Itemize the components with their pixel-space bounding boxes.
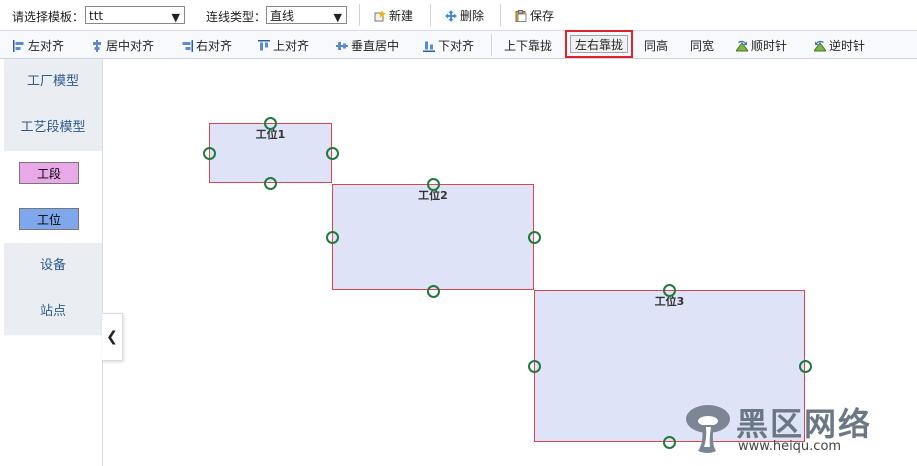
same-height-button[interactable]: 同高 xyxy=(644,37,668,53)
align-bottom-icon xyxy=(423,41,435,52)
anchor-bottom[interactable] xyxy=(427,285,440,298)
rotate-counterclockwise-label: 逆时针 xyxy=(829,39,866,53)
sidebar-item-equipment[interactable]: 设备 xyxy=(4,243,102,290)
rotate-clockwise-button[interactable]: 顺时针 xyxy=(736,37,787,53)
separator xyxy=(430,4,431,26)
separator xyxy=(500,4,501,26)
align-left-icon xyxy=(13,40,24,52)
same-width-button[interactable]: 同宽 xyxy=(690,37,714,53)
anchor-top[interactable] xyxy=(427,178,440,191)
new-button[interactable]: 新建 xyxy=(374,7,413,25)
align-left-button[interactable]: 左对齐 xyxy=(13,37,64,53)
align-center-label: 居中对齐 xyxy=(106,39,155,53)
rotate-clockwise-label: 顺时针 xyxy=(751,39,788,53)
align-right-button[interactable]: 右对齐 xyxy=(181,37,232,53)
delete-button-label: 删除 xyxy=(460,9,485,23)
station-shape-label: 工位 xyxy=(36,213,61,227)
rotate-cw-icon xyxy=(736,40,748,52)
sidebar-item-label: 工厂模型 xyxy=(26,74,79,89)
chevron-down-icon: ▼ xyxy=(333,11,342,24)
top-toolbar: 请选择模板： ttt ▼ 连线类型： 直线 ▼ 新建 删除 保存 xyxy=(0,0,917,31)
line-type-select[interactable]: 直线 ▼ xyxy=(266,6,347,24)
chevron-down-icon: ▼ xyxy=(171,11,180,24)
move-icon xyxy=(445,10,457,22)
save-button[interactable]: 保存 xyxy=(515,7,554,25)
align-right-label: 右对齐 xyxy=(196,39,233,53)
sidebar-palette-segment: 工段 xyxy=(4,151,102,198)
horizontal-compact-label: 左右靠拢 xyxy=(574,38,623,52)
station-node-1[interactable]: 工位1 xyxy=(209,123,332,183)
align-bottom-button[interactable]: 下对齐 xyxy=(423,37,474,53)
align-left-label: 左对齐 xyxy=(28,39,65,53)
anchor-left[interactable] xyxy=(528,360,541,373)
save-button-label: 保存 xyxy=(530,9,555,23)
sidebar-palette-station: 工位 xyxy=(4,197,102,244)
sidebar-item-label: 设备 xyxy=(39,258,66,273)
align-top-label: 上对齐 xyxy=(273,39,310,53)
anchor-left[interactable] xyxy=(326,231,339,244)
anchor-right[interactable] xyxy=(799,360,812,373)
line-type-label: 连线类型： xyxy=(206,10,267,24)
anchor-bottom[interactable] xyxy=(663,436,676,449)
watermark-url: www.heiqu.com xyxy=(738,439,842,454)
rotate-ccw-icon xyxy=(814,40,826,52)
separator xyxy=(491,34,492,56)
align-top-icon xyxy=(258,40,270,51)
segment-shape-label: 工段 xyxy=(36,167,61,181)
template-select[interactable]: ttt ▼ xyxy=(85,6,185,24)
anchor-right[interactable] xyxy=(326,147,339,160)
same-height-label: 同高 xyxy=(644,39,669,53)
align-center-button[interactable]: 居中对齐 xyxy=(91,37,154,53)
rotate-counterclockwise-button[interactable]: 逆时针 xyxy=(814,37,865,53)
same-width-label: 同宽 xyxy=(690,39,715,53)
align-middle-button[interactable]: 垂直居中 xyxy=(336,37,399,53)
sidebar-item-process-model[interactable]: 工艺段模型 xyxy=(4,105,102,152)
sidebar-item-label: 工艺段模型 xyxy=(20,120,86,135)
anchor-top[interactable] xyxy=(264,117,277,130)
line-type-select-value: 直线 xyxy=(270,9,295,23)
sidebar-item-label: 站点 xyxy=(39,304,66,319)
clipboard-icon xyxy=(515,10,527,22)
anchor-right[interactable] xyxy=(528,231,541,244)
vertical-compact-button[interactable]: 上下靠拢 xyxy=(504,37,552,53)
anchor-top[interactable] xyxy=(663,284,676,297)
new-icon xyxy=(374,10,386,22)
align-center-icon xyxy=(93,40,101,52)
watermark: 黑区网络 www.heiqu.com xyxy=(684,397,914,463)
template-label: 请选择模板： xyxy=(12,10,85,24)
align-middle-label: 垂直居中 xyxy=(351,39,400,53)
sidebar: 工厂模型 工艺段模型 工段 工位 设备 站点 xyxy=(4,59,103,466)
sidebar-item-factory-model[interactable]: 工厂模型 xyxy=(4,59,102,106)
sidebar-item-site[interactable]: 站点 xyxy=(4,289,102,336)
station-node-2[interactable]: 工位2 xyxy=(332,184,534,290)
align-middle-icon xyxy=(336,42,348,50)
align-right-icon xyxy=(182,40,193,52)
template-select-value: ttt xyxy=(89,9,104,23)
mushroom-logo-icon xyxy=(686,405,730,453)
vertical-compact-label: 上下靠拢 xyxy=(504,39,553,53)
new-button-label: 新建 xyxy=(389,9,414,23)
station-shape[interactable]: 工位 xyxy=(19,208,79,230)
anchor-left[interactable] xyxy=(203,147,216,160)
delete-button[interactable]: 删除 xyxy=(445,7,484,25)
anchor-bottom[interactable] xyxy=(264,177,277,190)
align-bottom-label: 下对齐 xyxy=(438,39,475,53)
segment-shape[interactable]: 工段 xyxy=(19,162,79,184)
horizontal-compact-button[interactable]: 左右靠拢 xyxy=(570,35,628,53)
separator xyxy=(359,4,360,26)
align-top-button[interactable]: 上对齐 xyxy=(258,37,309,53)
highlight-box: 左右靠拢 xyxy=(565,30,633,58)
